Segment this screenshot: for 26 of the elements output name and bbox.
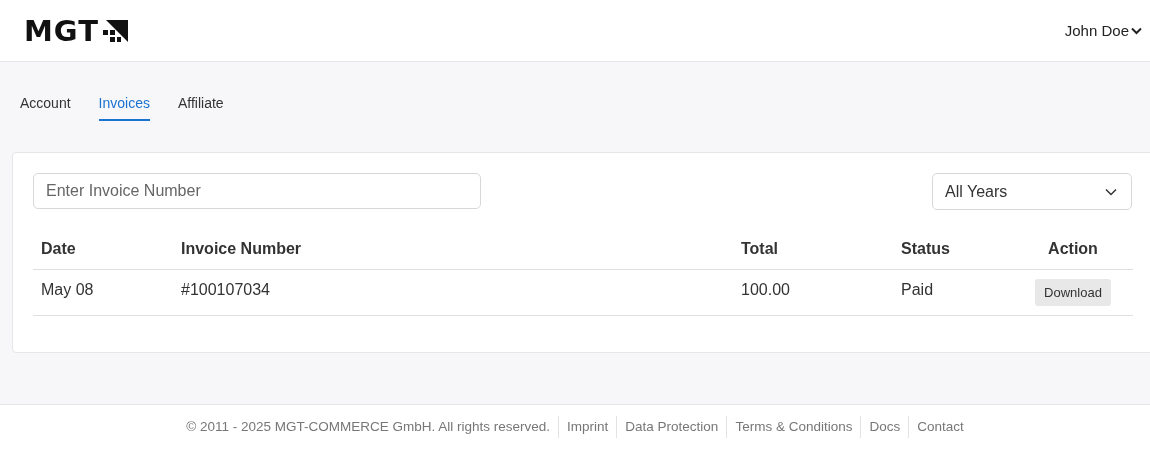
download-button[interactable]: Download — [1035, 279, 1111, 306]
table-cell: May 08 — [33, 270, 173, 316]
table-cell: 100.00 — [733, 270, 893, 316]
tab[interactable]: Affiliate — [177, 95, 224, 121]
logo-icon — [102, 17, 129, 44]
column-header: Total — [733, 229, 893, 270]
chevron-down-icon — [1105, 187, 1117, 196]
footer-link[interactable]: Contact — [917, 419, 964, 434]
column-header: Invoice Number — [173, 229, 733, 270]
tab[interactable]: Invoices — [98, 95, 150, 121]
footer-link[interactable]: Data Protection — [625, 419, 719, 434]
column-header: Status — [893, 229, 1013, 270]
footer-link[interactable]: Imprint — [567, 419, 609, 434]
user-menu[interactable]: John Doe — [1064, 22, 1142, 39]
column-header: Date — [33, 229, 173, 270]
chevron-down-icon — [1131, 26, 1142, 35]
column-header: Action — [1013, 229, 1133, 270]
logo: MGT — [24, 13, 99, 48]
table-cell: #100107034 — [173, 270, 733, 316]
footer-link[interactable]: Docs — [869, 419, 901, 434]
tab[interactable]: Account — [20, 95, 71, 121]
copyright-text: © 2011 - 2025 MGT-COMMERCE GmbH. All rights reserved. — [185, 418, 552, 436]
table-cell: Paid — [893, 270, 1013, 316]
footer-link[interactable]: Terms & Conditions — [735, 419, 853, 434]
year-dropdown[interactable]: All Years — [932, 173, 1132, 210]
search-field[interactable]: Enter Invoice Number — [33, 173, 481, 209]
